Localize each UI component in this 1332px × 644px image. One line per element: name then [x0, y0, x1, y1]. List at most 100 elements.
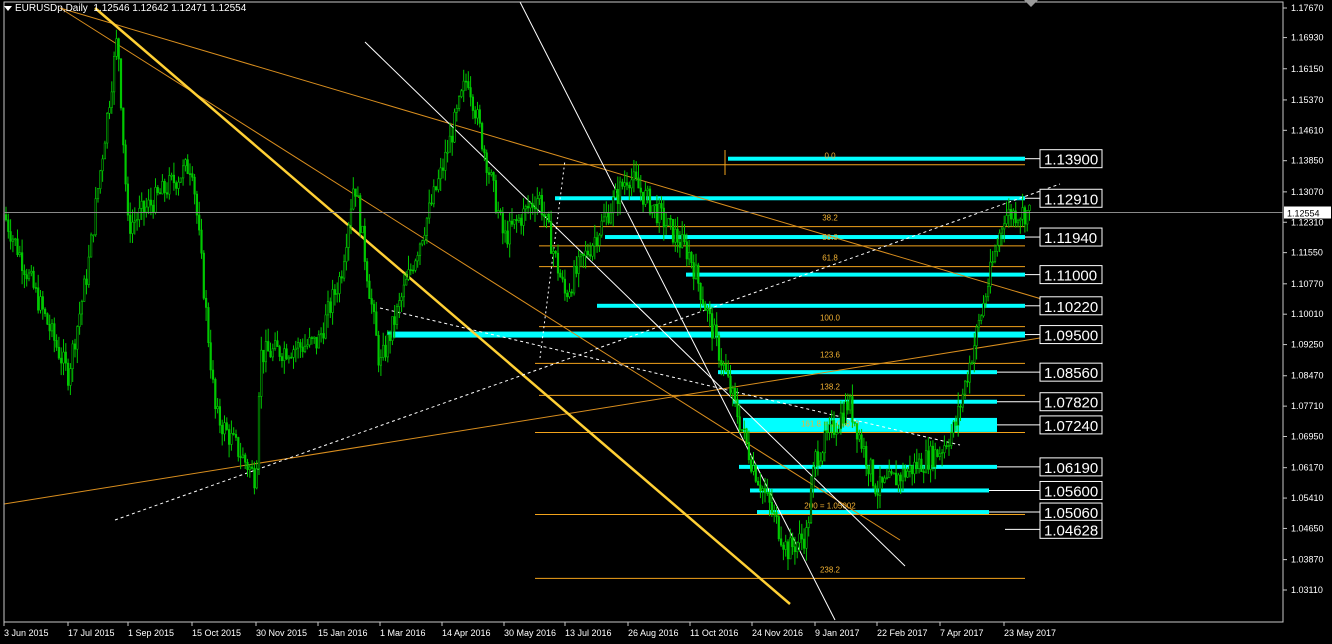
candle-body	[165, 192, 169, 195]
candle-body	[681, 234, 684, 248]
candle-body	[839, 412, 842, 430]
candle-body	[205, 297, 208, 308]
trend-lines	[3, 1, 1061, 621]
candle-body	[621, 181, 624, 187]
x-tick-label: 13 Jul 2016	[565, 628, 612, 638]
candle-body	[359, 195, 362, 234]
candle-body	[876, 493, 879, 496]
candle-body	[414, 260, 417, 271]
candle-body	[64, 351, 67, 364]
candle-body	[85, 278, 88, 285]
candle-body	[368, 280, 371, 299]
candle-body	[543, 214, 546, 217]
candle-body	[720, 360, 723, 366]
candle-body	[888, 471, 891, 479]
candle-body	[193, 176, 196, 195]
candle-body	[57, 346, 60, 359]
candle-body	[860, 434, 863, 449]
candle-body	[115, 38, 118, 57]
candle-body	[87, 256, 90, 285]
candle-body	[701, 299, 704, 305]
candle-body	[487, 172, 491, 175]
candle-body	[871, 459, 875, 487]
candle-body	[807, 522, 810, 528]
candle-body	[455, 108, 458, 113]
candle-body	[853, 421, 856, 424]
candle-body	[970, 362, 974, 364]
candle-body	[540, 195, 543, 216]
fib-label: 100.0	[820, 314, 841, 323]
candle-body	[460, 90, 463, 97]
y-tick-label: 1.06170	[1291, 463, 1324, 473]
candle-body	[43, 308, 47, 314]
candle-body	[276, 340, 279, 347]
candle-body	[451, 135, 454, 143]
candle-body	[738, 416, 741, 431]
price-chart[interactable]: 0.038.250.061.8100.0123.6138.2161.8 = 1.…	[0, 0, 1332, 644]
candle-body	[572, 265, 576, 294]
candle-body	[936, 449, 939, 457]
candle-body	[138, 208, 141, 220]
level-label: 1.09500	[1044, 328, 1098, 345]
candle-body	[145, 206, 148, 213]
candle-body	[586, 250, 589, 255]
candle-body	[556, 252, 560, 274]
candle-body	[299, 342, 302, 348]
candle-body	[25, 274, 28, 280]
candle-body	[796, 542, 799, 553]
candle-body	[858, 434, 861, 440]
candle-body	[244, 454, 247, 463]
candle-body	[906, 471, 909, 478]
candle-body	[501, 212, 504, 234]
candle-body	[545, 213, 548, 217]
y-tick-label: 1.07710	[1291, 401, 1324, 411]
candle-body	[740, 429, 744, 431]
candle-body	[269, 350, 272, 358]
candle-body	[862, 445, 865, 449]
candle-body	[218, 406, 222, 426]
candle-body	[184, 159, 187, 167]
candle-body	[108, 107, 111, 114]
fib-label: 61.8	[822, 254, 838, 263]
candle-body	[1028, 204, 1031, 211]
candle-body	[329, 301, 332, 313]
candle-body	[30, 270, 33, 274]
y-tick-label: 1.13070	[1291, 187, 1324, 197]
candle-body	[646, 188, 649, 191]
candle-body	[237, 437, 240, 457]
y-tick-label: 1.06950	[1291, 432, 1324, 442]
candle-body	[471, 96, 475, 111]
dropdown-triangle-icon[interactable]	[4, 5, 12, 11]
candle-body	[1005, 215, 1008, 225]
candle-body	[430, 202, 433, 205]
x-tick-label: 30 Nov 2015	[256, 628, 307, 638]
candle-body	[161, 180, 164, 195]
candle-body	[779, 538, 783, 546]
candle-body	[563, 278, 566, 294]
level-label: 1.11940	[1044, 230, 1097, 247]
candle-body	[940, 452, 944, 454]
candle-body	[899, 474, 902, 482]
candle-body	[536, 198, 539, 210]
candle-body	[407, 269, 410, 280]
candle-body	[319, 333, 323, 336]
level-label: 1.10220	[1044, 299, 1098, 316]
candle-body	[200, 229, 203, 254]
candle-body	[324, 314, 327, 339]
candle-body	[338, 276, 341, 294]
candle-body	[908, 465, 911, 472]
candle-body	[214, 379, 217, 410]
candle-body	[959, 405, 962, 408]
candle-body	[662, 207, 665, 228]
candle-body	[113, 55, 116, 93]
candle-body	[756, 480, 760, 486]
candle-body	[133, 220, 136, 223]
candle-body	[342, 261, 346, 279]
candle-body	[704, 303, 707, 311]
x-tick-label: 14 Apr 2016	[442, 628, 491, 638]
candle-body	[232, 433, 235, 435]
candle-body	[437, 178, 440, 191]
chart-shift-marker-icon[interactable]	[1024, 0, 1038, 7]
candle-body	[934, 449, 937, 468]
x-tick-label: 9 Jan 2017	[815, 628, 860, 638]
